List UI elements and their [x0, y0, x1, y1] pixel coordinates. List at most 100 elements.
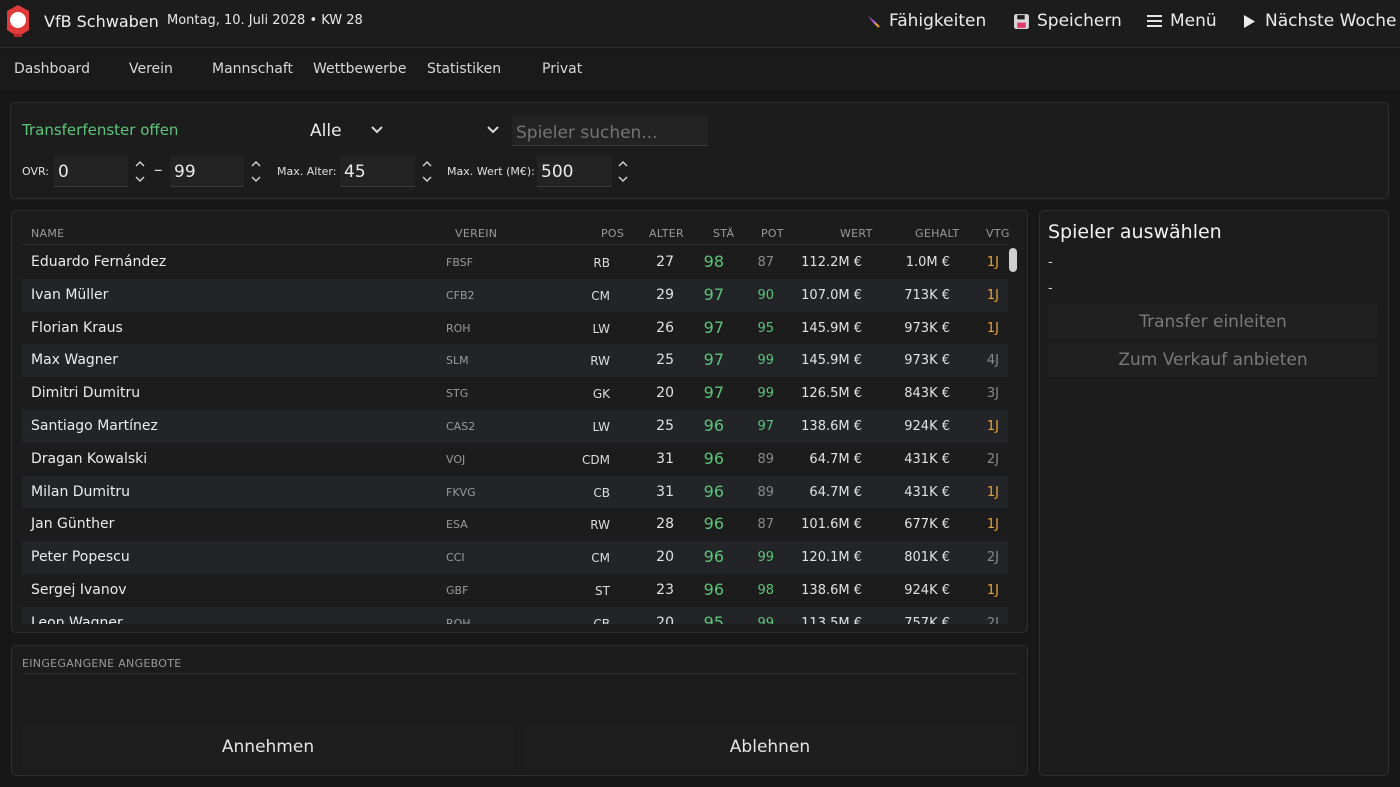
position-select[interactable]: Alle: [300, 116, 392, 146]
player-name: Peter Popescu: [31, 549, 130, 566]
player-club: SLM: [446, 354, 469, 368]
table-row[interactable]: Dragan Kowalski VOJ CDM 31 96 89 64.7M € 431K €…: [22, 443, 1008, 476]
table-row[interactable]: Ivan Müller CFB2 CM 29 97 90 107.0M € 713K € 1J: [22, 278, 1008, 312]
max-value-label: Max. Wert (M€):: [447, 165, 535, 178]
player-contract: 2J: [986, 615, 999, 624]
ovr-max-input[interactable]: 99: [170, 156, 244, 187]
table-row[interactable]: Eduardo Fernández FBSF RB 27 98 87 112.2M € 1.0…: [22, 246, 1008, 279]
player-strength: 96: [703, 514, 724, 534]
play-icon: [1240, 12, 1258, 30]
player-salary: 713K €: [904, 287, 950, 303]
table-row[interactable]: Florian Kraus ROH LW 26 97 95 145.9M € 973K € 1J: [22, 312, 1008, 345]
offer-for-sale-button[interactable]: Zum Verkauf anbieten: [1048, 343, 1378, 377]
col-pos[interactable]: POS: [601, 227, 624, 240]
player-potential: 95: [757, 320, 774, 336]
skills-icon: [864, 12, 882, 30]
range-dash: –: [154, 160, 163, 180]
nav-item-privat[interactable]: Privat: [542, 61, 582, 77]
menu-label: Menü: [1170, 11, 1217, 31]
next-week-button[interactable]: Nächste Woche: [1240, 11, 1396, 31]
table-header-divider: [22, 244, 1007, 245]
player-contract: 1J: [986, 320, 999, 336]
nav-item-mannschaft[interactable]: Mannschaft: [212, 61, 293, 77]
player-position: RW: [590, 518, 610, 533]
player-potential: 87: [757, 517, 774, 533]
player-strength: 96: [703, 481, 724, 501]
player-strength: 98: [703, 252, 724, 271]
player-club: CAS2: [446, 419, 476, 433]
player-search-input[interactable]: [512, 116, 708, 146]
table-row[interactable]: Santiago Martínez CAS2 LW 25 96 97 138.6M € 924…: [22, 409, 1008, 443]
table-row[interactable]: Milan Dumitru FKVG CB 31 96 89 64.7M € 431K € 1J: [22, 475, 1008, 509]
player-salary: 924K €: [904, 418, 950, 434]
table-row[interactable]: Leon Wagner ROH CB 20 95 99 113.5M € 757K € 2J: [22, 606, 1008, 624]
player-potential: 89: [757, 451, 774, 467]
ovr-min-input[interactable]: 0: [54, 156, 128, 187]
player-position: CM: [591, 288, 610, 303]
save-button[interactable]: Speichern: [1012, 11, 1122, 31]
col-contract[interactable]: VTG: [986, 227, 1010, 240]
nav-item-dashboard[interactable]: Dashboard: [14, 61, 90, 77]
chevron-down-icon: [487, 126, 499, 134]
accept-offer-button[interactable]: Annehmen: [22, 724, 514, 770]
player-salary: 757K €: [904, 615, 950, 624]
player-position: RB: [593, 256, 610, 270]
player-value: 112.2M €: [801, 255, 862, 270]
player-strength: 97: [703, 383, 724, 403]
player-age: 27: [656, 254, 674, 270]
table-row[interactable]: Peter Popescu CCI CM 20 96 99 120.1M € 801K € 2J: [22, 541, 1008, 574]
player-position: LW: [592, 419, 610, 434]
player-salary: 431K €: [904, 484, 950, 500]
player-club: VOJ: [446, 452, 466, 466]
decline-offer-button[interactable]: Ablehnen: [524, 724, 1016, 770]
table-scrollbar[interactable]: [1009, 248, 1017, 272]
ovr-min-stepper-icon[interactable]: [133, 157, 147, 185]
player-detail-value-1: -: [1048, 255, 1053, 270]
player-potential: 87: [757, 255, 774, 270]
nav-item-statistiken[interactable]: Statistiken: [427, 61, 501, 77]
player-potential: 99: [757, 615, 774, 624]
table-row[interactable]: Sergej Ivanov GBF ST 23 96 98 138.6M € 924K € 1J: [22, 574, 1008, 607]
player-salary: 924K €: [904, 582, 950, 598]
max-age-input[interactable]: 45: [340, 156, 415, 187]
player-strength: 96: [703, 448, 724, 468]
skills-label: Fähigkeiten: [889, 11, 987, 31]
player-name: Jan Günther: [31, 516, 115, 533]
max-value-stepper-icon[interactable]: [616, 157, 630, 185]
table-row[interactable]: Jan Günther ESA RW 28 96 87 101.6M € 677K € 1J: [22, 508, 1008, 541]
player-contract: 2J: [986, 550, 999, 566]
player-potential: 90: [757, 287, 774, 303]
top-bar: VfB Schwaben Montag, 10. Juli 2028 • KW …: [0, 0, 1400, 48]
max-age-stepper-icon[interactable]: [420, 157, 434, 185]
ovr-max-stepper-icon[interactable]: [249, 157, 263, 185]
table-row[interactable]: Max Wagner SLM RW 25 97 99 145.9M € 973K € 4J: [22, 344, 1008, 378]
ovr-label: OVR:: [22, 165, 50, 178]
table-row[interactable]: Dimitri Dumitru STG GK 20 97 99 126.5M € 843K €…: [22, 377, 1008, 410]
player-contract: 1J: [986, 484, 999, 500]
max-value-input[interactable]: 500: [537, 156, 612, 187]
player-club: ROH: [446, 616, 471, 624]
menu-button[interactable]: Menü: [1145, 11, 1217, 31]
start-transfer-button[interactable]: Transfer einleiten: [1048, 305, 1378, 339]
player-value: 64.7M €: [809, 451, 862, 467]
col-club[interactable]: VEREIN: [455, 227, 497, 240]
col-name[interactable]: NAME: [31, 227, 64, 240]
player-detail-title: Spieler auswählen: [1048, 221, 1222, 243]
col-value[interactable]: WERT: [840, 227, 873, 240]
player-value: 145.9M €: [801, 320, 862, 336]
col-salary[interactable]: GEHALT: [915, 227, 959, 240]
player-detail-value-2: -: [1048, 281, 1053, 296]
col-age[interactable]: ALTER: [649, 227, 684, 240]
col-pot[interactable]: POT: [761, 227, 784, 240]
secondary-select[interactable]: [400, 116, 508, 146]
nav-item-verein[interactable]: Verein: [129, 61, 173, 77]
max-age-label: Max. Alter:: [277, 165, 337, 178]
player-position: GK: [592, 387, 610, 402]
player-strength: 96: [703, 415, 724, 435]
player-contract: 1J: [986, 255, 999, 270]
skills-button[interactable]: Fähigkeiten: [864, 11, 986, 31]
nav-item-wettbewerbe[interactable]: Wettbewerbe: [313, 61, 406, 77]
player-potential: 99: [757, 386, 774, 402]
player-name: Max Wagner: [31, 352, 119, 369]
col-sta[interactable]: STÄ: [713, 227, 734, 240]
